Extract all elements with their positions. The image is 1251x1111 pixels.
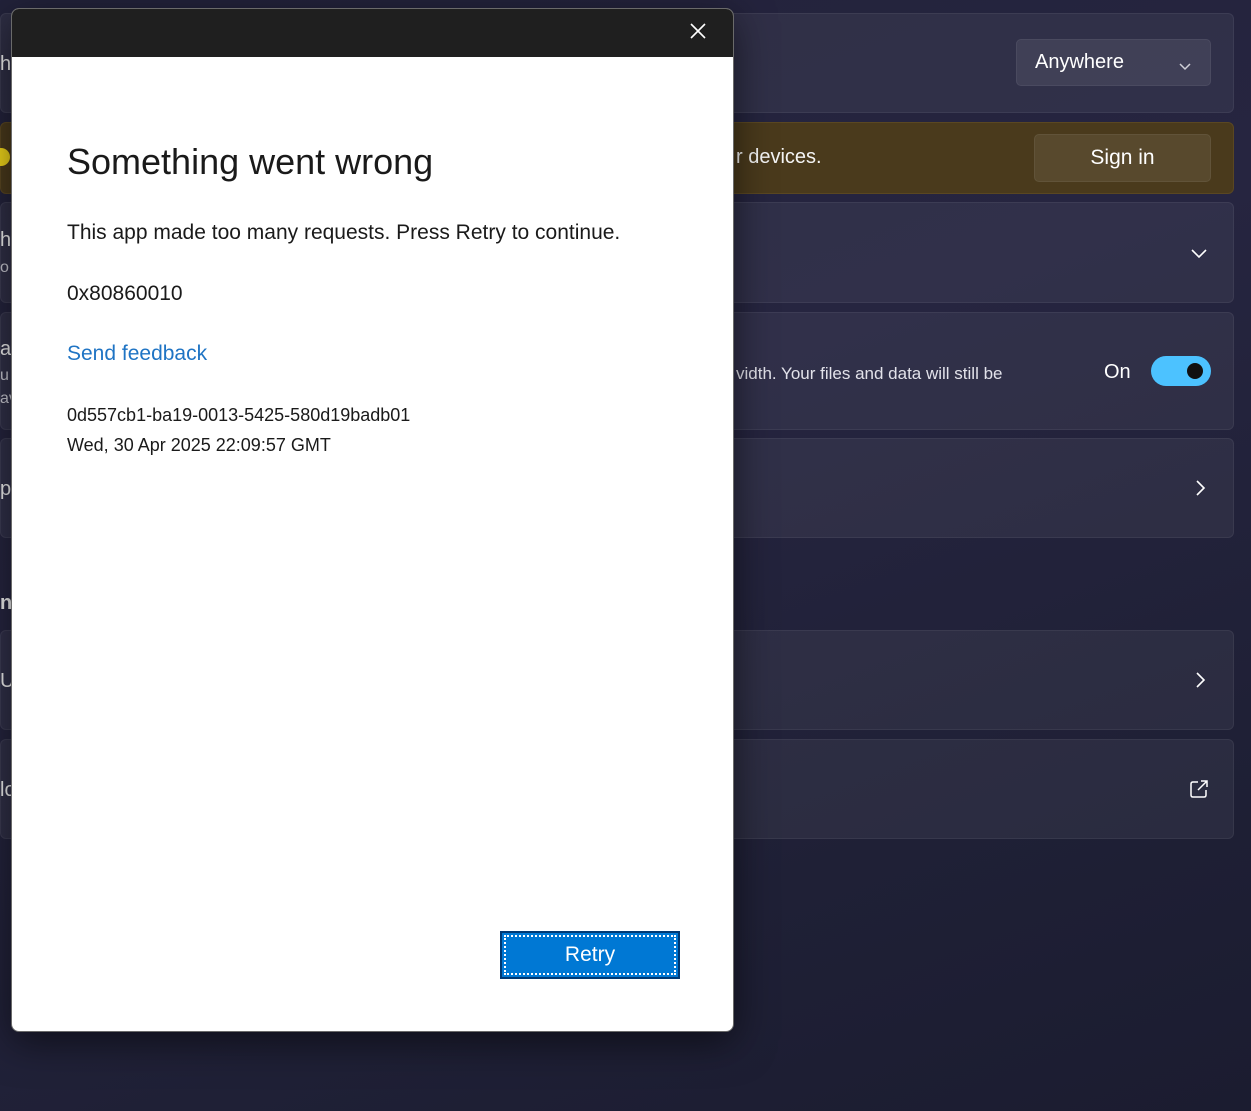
dialog-titlebar xyxy=(12,9,733,57)
open-external-icon[interactable] xyxy=(1189,779,1209,799)
dropdown-value: Anywhere xyxy=(1035,51,1124,73)
toggle-switch[interactable] xyxy=(1151,356,1211,386)
error-message: This app made too many requests. Press R… xyxy=(67,221,621,244)
correlation-id: 0d557cb1-ba19-0013-5425-580d19badb01 xyxy=(67,405,411,425)
error-dialog: Something went wrong This app made too m… xyxy=(11,8,734,1032)
location-dropdown[interactable]: Anywhere xyxy=(1016,39,1211,86)
retry-button-label: Retry xyxy=(504,935,676,975)
error-code: 0x80860010 xyxy=(67,282,183,305)
close-button[interactable] xyxy=(675,13,721,53)
sign-in-button[interactable]: Sign in xyxy=(1034,134,1211,182)
chevron-down-icon xyxy=(1178,56,1192,70)
error-timestamp: Wed, 30 Apr 2025 22:09:57 GMT xyxy=(67,435,331,455)
dialog-heading: Something went wrong xyxy=(67,141,434,182)
toggle-knob xyxy=(1187,363,1203,379)
toggle-state-label: On xyxy=(1104,361,1131,383)
close-icon xyxy=(689,22,707,45)
chevron-down-icon[interactable] xyxy=(1189,243,1209,263)
chevron-right-icon[interactable] xyxy=(1190,478,1210,498)
retry-button[interactable]: Retry xyxy=(500,931,680,979)
send-feedback-link[interactable]: Send feedback xyxy=(67,342,207,366)
banner-text: r devices. xyxy=(736,146,822,168)
toggle-description: vidth. Your files and data will still be xyxy=(736,364,1003,383)
chevron-right-icon[interactable] xyxy=(1190,670,1210,690)
